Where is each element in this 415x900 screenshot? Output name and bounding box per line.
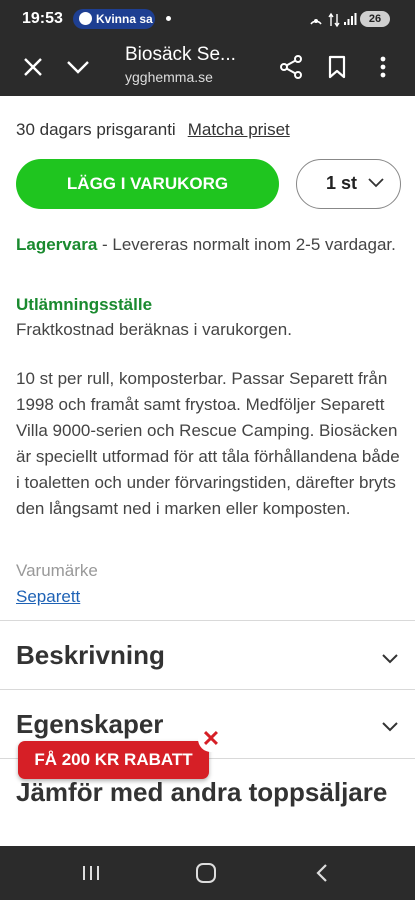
chevron-down-icon [368, 178, 384, 188]
close-icon[interactable] [18, 52, 48, 82]
hotspot-icon [310, 19, 322, 25]
divider [0, 689, 415, 690]
chat-icon [79, 12, 92, 25]
accordion-compare[interactable]: Jämför med andra toppsäljare [16, 777, 387, 808]
browser-toolbar: Biosäck Se... ygghemma.se [0, 38, 415, 96]
page-title: Biosäck Se... [125, 44, 236, 65]
chevron-down-icon[interactable] [380, 716, 400, 736]
match-price-link[interactable]: Matcha priset [188, 120, 290, 139]
status-bar: 19:53 Kvinna sa 26 [0, 0, 415, 38]
status-time: 19:53 [22, 10, 63, 27]
share-icon[interactable] [276, 52, 306, 82]
brand-link[interactable]: Separett [16, 587, 80, 607]
back-icon[interactable] [313, 862, 331, 884]
recent-apps-icon[interactable] [80, 864, 102, 882]
brand-label: Varumärke [16, 561, 98, 580]
battery-indicator: 26 [360, 11, 390, 27]
close-icon[interactable]: ✕ [198, 726, 224, 752]
pickup-title: Utlämningsställe [16, 295, 153, 314]
chevron-down-icon[interactable] [63, 52, 93, 82]
page-url: ygghemma.se [125, 69, 213, 85]
price-guarantee-row: 30 dagars prisgaranti Matcha priset [16, 120, 290, 140]
chevron-down-icon[interactable] [380, 648, 400, 668]
notification-pill-text: Kvinna sa [96, 12, 153, 26]
quantity-select[interactable]: 1 st [296, 159, 401, 209]
stock-status: Lagervara - Levereras normalt inom 2-5 v… [16, 231, 396, 258]
stock-text: - Levereras normalt inom 2-5 vardagar. [102, 235, 396, 254]
more-options-icon[interactable] [368, 52, 398, 82]
signal-icon [344, 13, 357, 25]
notification-dot-icon [166, 16, 171, 21]
data-arrows-icon [328, 12, 340, 28]
stock-label: Lagervara [16, 235, 98, 254]
pickup-text: Fraktkostnad beräknas i varukorgen. [16, 320, 292, 339]
product-description: 10 st per rull, komposterbar. Passar Sep… [16, 369, 400, 518]
accordion-properties[interactable]: Egenskaper [16, 709, 163, 740]
home-icon[interactable] [195, 862, 217, 884]
notification-pill[interactable]: Kvinna sa [73, 9, 155, 29]
price-guarantee-text: 30 dagars prisgaranti [16, 120, 176, 139]
accordion-description[interactable]: Beskrivning [16, 640, 165, 671]
add-to-cart-button[interactable]: LÄGG I VARUKORG [16, 159, 279, 209]
navigation-bar [0, 846, 415, 900]
divider [0, 620, 415, 621]
bookmark-icon[interactable] [322, 52, 352, 82]
quantity-value: 1 st [326, 173, 358, 193]
promo-discount-button[interactable]: FÅ 200 KR RABATT [18, 741, 209, 779]
